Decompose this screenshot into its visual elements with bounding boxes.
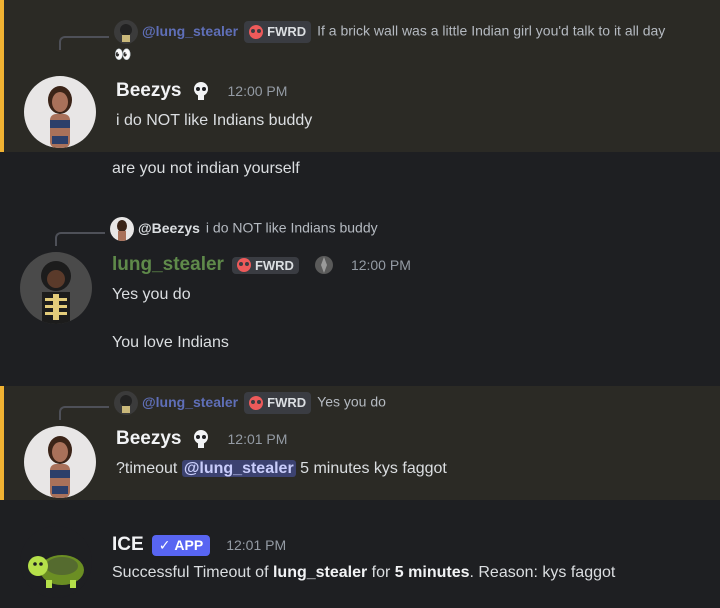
username-beezys[interactable]: Beezys bbox=[116, 428, 182, 450]
reply-preview[interactable]: @lung_stealer FWRD If a brick wall was a l… bbox=[114, 20, 680, 64]
emblem-icon bbox=[313, 254, 335, 276]
message-header: lung_stealer FWRD 12:00 PM bbox=[112, 254, 411, 276]
reply-connector bbox=[55, 232, 105, 246]
message-text: Yes you do bbox=[112, 286, 191, 303]
message-beezys-1[interactable]: @lung_stealer FWRD If a brick wall was a l… bbox=[0, 0, 720, 152]
username-ice[interactable]: ICE bbox=[112, 534, 144, 556]
message-lung-stealer[interactable]: @Beezys i do NOT like Indians buddy lung_… bbox=[0, 208, 720, 378]
reply-preview[interactable]: @lung_stealer FWRD Yes you do bbox=[114, 391, 680, 415]
avatar-beezys[interactable] bbox=[24, 426, 96, 498]
fwrd-badge[interactable]: FWRD bbox=[231, 256, 299, 274]
skull-icon bbox=[249, 396, 264, 410]
reply-username[interactable]: @lung_stealer bbox=[142, 394, 238, 410]
message-text-continuation: are you not indian yourself bbox=[112, 160, 300, 177]
reply-connector bbox=[59, 406, 109, 420]
timestamp: 12:00 PM bbox=[350, 257, 411, 273]
timestamp: 12:01 PM bbox=[226, 537, 287, 553]
avatar-mini-lung bbox=[114, 20, 138, 44]
avatar-mini-beezys bbox=[110, 217, 134, 241]
reply-username[interactable]: @lung_stealer bbox=[142, 23, 238, 39]
message-text: You love Indians bbox=[112, 334, 229, 351]
reply-username[interactable]: @Beezys bbox=[138, 220, 200, 236]
message-header: ICE ✓ APP 12:01 PM bbox=[112, 534, 286, 556]
app-badge: ✓ APP bbox=[151, 534, 211, 556]
reply-text: Yes you do bbox=[317, 393, 386, 410]
fwrd-badge: FWRD bbox=[244, 21, 312, 43]
username-lung-stealer[interactable]: lung_stealer bbox=[112, 254, 224, 276]
avatar-ice[interactable] bbox=[20, 526, 92, 598]
reply-text: i do NOT like Indians buddy bbox=[205, 219, 378, 236]
check-icon: ✓ bbox=[158, 536, 171, 553]
user-mention[interactable]: @lung_stealer bbox=[181, 460, 296, 477]
message-text: ?timeout @lung_stealer 5 minutes kys fag… bbox=[116, 460, 447, 477]
message-header: Beezys 12:01 PM bbox=[116, 428, 287, 450]
message-header: Beezys 12:00 PM bbox=[116, 80, 287, 102]
skull-role-icon bbox=[190, 428, 212, 450]
reply-preview[interactable]: @Beezys i do NOT like Indians buddy bbox=[110, 217, 680, 241]
timestamp: 12:00 PM bbox=[227, 83, 288, 99]
skull-icon bbox=[249, 25, 264, 39]
message-text: Successful Timeout of lung_stealer for 5… bbox=[112, 564, 616, 581]
avatar-lung-stealer[interactable] bbox=[20, 252, 92, 324]
message-text: i do NOT like Indians buddy bbox=[116, 112, 313, 129]
username-beezys[interactable]: Beezys bbox=[116, 80, 182, 102]
fwrd-badge: FWRD bbox=[244, 392, 312, 414]
avatar-beezys[interactable] bbox=[24, 76, 96, 148]
skull-icon bbox=[236, 258, 251, 272]
timestamp: 12:01 PM bbox=[227, 431, 288, 447]
avatar-mini-lung bbox=[114, 391, 138, 415]
skull-role-icon bbox=[190, 80, 212, 102]
reply-connector bbox=[59, 36, 109, 50]
message-ice-bot[interactable]: ICE ✓ APP 12:01 PM Successful Timeout of … bbox=[0, 516, 720, 606]
message-beezys-2[interactable]: @lung_stealer FWRD Yes you do Beezys 12:01… bbox=[0, 386, 720, 500]
